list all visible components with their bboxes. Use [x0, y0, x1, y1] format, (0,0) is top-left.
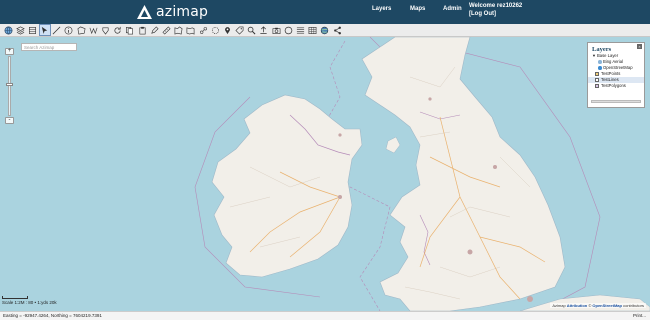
refresh-icon[interactable]	[113, 25, 123, 35]
copy-icon[interactable]	[125, 25, 135, 35]
stack-icon[interactable]	[27, 25, 37, 35]
basemap-tiles[interactable]	[0, 37, 650, 311]
zoom-slider-thumb[interactable]	[6, 83, 13, 86]
brand-name: azimap	[156, 4, 209, 20]
checkbox-icon[interactable]	[595, 78, 599, 82]
welcome-text: Welcome rez10262	[469, 3, 523, 9]
coordinate-readout: Easting = -92947.4264, Northing = 760421…	[3, 313, 102, 318]
globe-print-icon[interactable]	[320, 25, 330, 35]
pencil-icon[interactable]	[149, 25, 159, 35]
status-bar: Easting = -92947.4264, Northing = 760421…	[0, 311, 650, 320]
circle-icon[interactable]	[283, 25, 293, 35]
ruler-icon[interactable]	[161, 25, 171, 35]
map-toolbar	[0, 24, 650, 37]
checkbox-icon[interactable]	[595, 72, 599, 76]
search-icon[interactable]	[247, 25, 257, 35]
logo-mark-icon	[137, 5, 152, 19]
nav-layers[interactable]: Layers	[372, 6, 391, 12]
nav-admin[interactable]: Admin	[443, 6, 462, 12]
shape-icon[interactable]	[101, 25, 111, 35]
share-icon[interactable]	[332, 25, 342, 35]
attribution-link[interactable]: Attribution	[567, 303, 587, 308]
marker-icon[interactable]	[222, 25, 232, 35]
tag-icon[interactable]	[235, 25, 245, 35]
print-button[interactable]: Print...	[633, 312, 646, 320]
zoom-out-button[interactable]: -	[5, 117, 14, 124]
zoom-box-icon[interactable]	[210, 25, 220, 35]
route-icon[interactable]	[198, 25, 208, 35]
map-canvas[interactable]: Search Azimap + - Scale 1:2M : 80 • 1:yd…	[0, 37, 650, 311]
filter-icon[interactable]	[186, 25, 196, 35]
list-icon[interactable]	[296, 25, 306, 35]
globe-icon[interactable]	[3, 25, 13, 35]
layers-icon[interactable]	[15, 25, 25, 35]
app-header: azimap Layers Maps Admin Welcome rez1026…	[0, 0, 650, 24]
zoom-in-button[interactable]: +	[5, 48, 14, 55]
osm-link[interactable]: OpenStreetMap	[592, 303, 622, 308]
search-input[interactable]: Search Azimap	[21, 43, 77, 51]
table-icon[interactable]	[308, 25, 318, 35]
opacity-slider[interactable]	[591, 100, 641, 103]
layer-label: TestPolygons	[601, 83, 626, 88]
polygon-icon[interactable]	[76, 25, 86, 35]
zoom-slider[interactable]	[6, 56, 13, 116]
attribution-prefix: Azimap	[552, 303, 566, 308]
layer-testpolygons[interactable]: TestPolygons	[588, 83, 644, 89]
user-welcome: Welcome rez10262 [Log Out]	[469, 2, 522, 18]
attribution-suffix: contributors	[623, 303, 644, 308]
checkbox-icon[interactable]	[595, 84, 599, 88]
pointer-icon[interactable]	[38, 24, 51, 36]
scale-bar	[2, 296, 28, 299]
radio-selected-icon[interactable]	[598, 66, 602, 70]
zoom-control: + -	[5, 48, 14, 124]
line-icon[interactable]	[52, 25, 62, 35]
map-attribution: Azimap Attribution © OpenStreetMap contr…	[550, 303, 646, 308]
info-icon[interactable]	[64, 25, 74, 35]
scale-indicator: Scale 1:2M : 80 • 1:yds 20k	[2, 296, 57, 305]
layers-panel-title: Layers	[592, 46, 612, 53]
nav-maps[interactable]: Maps	[410, 6, 425, 12]
camera-icon[interactable]	[271, 25, 281, 35]
triangle-down-icon: ▼	[592, 53, 596, 58]
paste-icon[interactable]	[137, 25, 147, 35]
select-area-icon[interactable]	[174, 25, 184, 35]
scale-text: Scale 1:2M : 80 • 1:yds 20k	[2, 300, 57, 305]
close-icon[interactable]: ×	[637, 44, 642, 49]
layer-switcher-panel: × Layers ▼ Base Layer Bing Aerial OpenSt…	[587, 42, 645, 108]
radio-icon[interactable]	[598, 60, 602, 64]
upload-icon[interactable]	[259, 25, 269, 35]
measure-icon[interactable]	[88, 25, 98, 35]
brand-logo[interactable]: azimap	[137, 4, 208, 20]
logout-link[interactable]: [Log Out]	[469, 10, 522, 18]
